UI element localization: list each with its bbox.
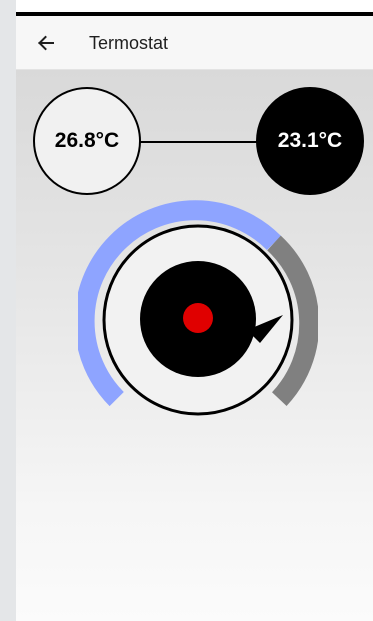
temperature-connector-line <box>139 141 259 143</box>
heating-indicator-dot <box>183 303 213 333</box>
page-title: Termostat <box>89 33 169 53</box>
current-temperature-value: 26.8°C <box>54 129 120 152</box>
target-temperature: 23.1°C <box>256 87 364 195</box>
thermostat-panel: 26.8°C 23.1°C <box>16 70 373 621</box>
arrow-left-icon[interactable] <box>36 33 56 53</box>
target-temperature-value: 23.1°C <box>277 129 343 152</box>
thermostat-dial[interactable] <box>78 197 318 417</box>
app-bar: Termostat <box>16 16 373 70</box>
current-temperature: 26.8°C <box>33 87 141 195</box>
window-top-strip <box>16 0 373 12</box>
